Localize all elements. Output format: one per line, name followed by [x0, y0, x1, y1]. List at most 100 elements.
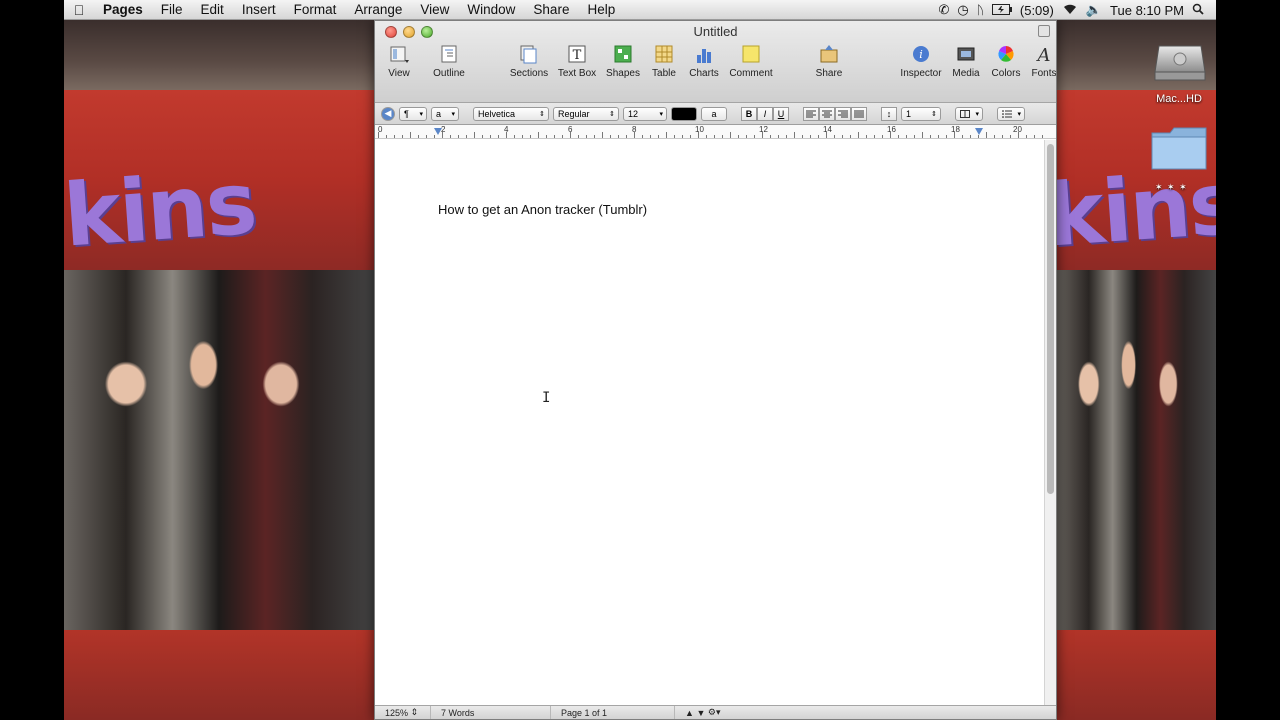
sections-button[interactable]: Sections: [507, 43, 551, 79]
table-button[interactable]: Table: [647, 43, 681, 79]
phone-icon[interactable]: ✆: [938, 2, 949, 18]
underline-button[interactable]: U: [773, 106, 789, 121]
media-button[interactable]: Media: [947, 43, 985, 79]
menu-pages[interactable]: Pages: [94, 2, 152, 17]
charts-button[interactable]: Charts: [685, 43, 723, 79]
menu-view[interactable]: View: [411, 2, 458, 17]
bluetooth-icon[interactable]: ᚢ: [977, 3, 984, 17]
horizontal-ruler[interactable]: 0 2 4 6 8 10 12 14 16 18 20: [375, 125, 1056, 139]
comment-button[interactable]: Comment: [727, 43, 775, 79]
toolbar-toggle-button[interactable]: [1038, 25, 1050, 37]
ruler-tick: [826, 132, 827, 138]
right-indent-marker[interactable]: [975, 128, 983, 135]
bold-button[interactable]: B: [741, 106, 757, 121]
font-family-popup[interactable]: Helvetica ⇕: [473, 106, 549, 121]
colors-button[interactable]: Colors: [989, 43, 1023, 79]
font-size-field[interactable]: 12 ▾: [623, 106, 667, 121]
menu-insert[interactable]: Insert: [233, 2, 285, 17]
ruler-tick: [642, 135, 643, 138]
document-body[interactable]: How to get an Anon tracker (Tumblr) I: [375, 140, 1044, 705]
document-text[interactable]: How to get an Anon tracker (Tumblr): [438, 202, 647, 217]
styles-drawer-button[interactable]: ◀: [381, 106, 395, 121]
ruler-tick: [1010, 135, 1011, 138]
ruler-tick: [450, 135, 451, 138]
next-page-icon[interactable]: ▼: [696, 708, 705, 718]
wifi-icon[interactable]: [1062, 3, 1078, 18]
svg-text:A: A: [1036, 45, 1051, 65]
menu-window[interactable]: Window: [458, 2, 524, 17]
highlight-color-well[interactable]: a: [701, 106, 727, 121]
hard-disk-label[interactable]: Mac...HD: [1139, 93, 1216, 105]
window-titlebar[interactable]: Untitled View Outline Sections T Text Bo…: [375, 21, 1056, 103]
list-style-popup[interactable]: ▾: [997, 106, 1025, 121]
ruler-tick: [962, 135, 963, 138]
folder-label[interactable]: ✶ ✶ ✶: [1155, 182, 1188, 193]
desktop-wallpaper-left: kins: [64, 20, 374, 720]
apple-menu-icon[interactable]: : [64, 2, 94, 18]
ruler-tick: [794, 132, 795, 138]
justify-button[interactable]: [851, 106, 867, 121]
character-style-popup[interactable]: a ▾: [431, 106, 459, 121]
ruler-tick: [546, 135, 547, 138]
ruler-tick: [898, 135, 899, 138]
ruler-tick: [738, 135, 739, 138]
menu-help[interactable]: Help: [578, 2, 624, 17]
media-label: Media: [952, 68, 980, 79]
menu-share[interactable]: Share: [524, 2, 578, 17]
ruler-tick: [890, 132, 891, 138]
previous-page-icon[interactable]: ▲: [685, 708, 694, 718]
ruler-tick: [554, 135, 555, 138]
align-right-button[interactable]: [835, 106, 851, 121]
folder-icon[interactable]: [1150, 125, 1208, 171]
action-gear-icon[interactable]: ⚙▾: [708, 707, 721, 718]
inspector-button[interactable]: i Inspector: [899, 43, 943, 79]
text-box-button[interactable]: T Text Box: [555, 43, 599, 79]
menu-arrange[interactable]: Arrange: [345, 2, 411, 17]
ruler-tick: [810, 135, 811, 138]
ruler-tick: [578, 135, 579, 138]
vertical-scrollbar[interactable]: [1044, 140, 1056, 705]
font-style-popup[interactable]: Regular ⇕: [553, 106, 619, 121]
fonts-button[interactable]: A Fonts: [1027, 43, 1056, 79]
text-box-icon: T: [568, 45, 586, 63]
ruler-tick: [474, 132, 475, 138]
table-label: Table: [652, 68, 676, 79]
ruler-tick: [730, 132, 731, 138]
italic-button[interactable]: I: [757, 106, 773, 121]
menu-clock[interactable]: Tue 8:10 PM: [1110, 3, 1184, 18]
menu-edit[interactable]: Edit: [192, 2, 233, 17]
align-left-button[interactable]: [803, 106, 819, 121]
font-size-value: 12: [628, 108, 639, 119]
time-machine-icon[interactable]: ◷: [957, 2, 968, 18]
word-count[interactable]: 7 Words: [431, 706, 551, 719]
left-indent-marker[interactable]: [434, 128, 442, 135]
line-spacing-icon: ↕: [881, 106, 897, 121]
battery-time[interactable]: (5:09): [1020, 3, 1054, 18]
ruler-tick: [834, 135, 835, 138]
align-center-button[interactable]: [819, 106, 835, 121]
page-nav-buttons[interactable]: ▲ ▼ ⚙▾: [675, 706, 730, 719]
outline-button[interactable]: Outline: [429, 43, 469, 79]
share-button[interactable]: Share: [809, 43, 849, 79]
shapes-button[interactable]: Shapes: [603, 43, 643, 79]
text-color-well[interactable]: [671, 106, 697, 121]
columns-popup[interactable]: ▾: [955, 106, 983, 121]
paragraph-style-popup[interactable]: ¶ ▾: [399, 106, 427, 121]
menu-format[interactable]: Format: [285, 2, 346, 17]
scrollbar-thumb[interactable]: [1047, 144, 1054, 494]
view-button[interactable]: View: [379, 43, 419, 79]
zoom-popup[interactable]: 125% ⇕: [375, 706, 431, 719]
ruler-tick: [882, 135, 883, 138]
page-indicator[interactable]: Page 1 of 1: [551, 706, 675, 719]
spotlight-icon[interactable]: [1192, 3, 1204, 18]
mac-desktop: kins kins  Pages File Edit Insert Forma…: [64, 0, 1216, 720]
word-count-value: 7 Words: [441, 707, 475, 718]
ruler-tick: [594, 135, 595, 138]
battery-icon[interactable]: [991, 3, 1012, 18]
page-indicator-value: Page 1 of 1: [561, 707, 608, 718]
hard-disk-icon[interactable]: [1151, 28, 1209, 86]
volume-icon[interactable]: 🔈: [1086, 2, 1102, 18]
line-spacing-field[interactable]: 1 ⇕: [901, 106, 941, 121]
ruler-tick: [386, 135, 387, 138]
menu-file[interactable]: File: [152, 2, 192, 17]
